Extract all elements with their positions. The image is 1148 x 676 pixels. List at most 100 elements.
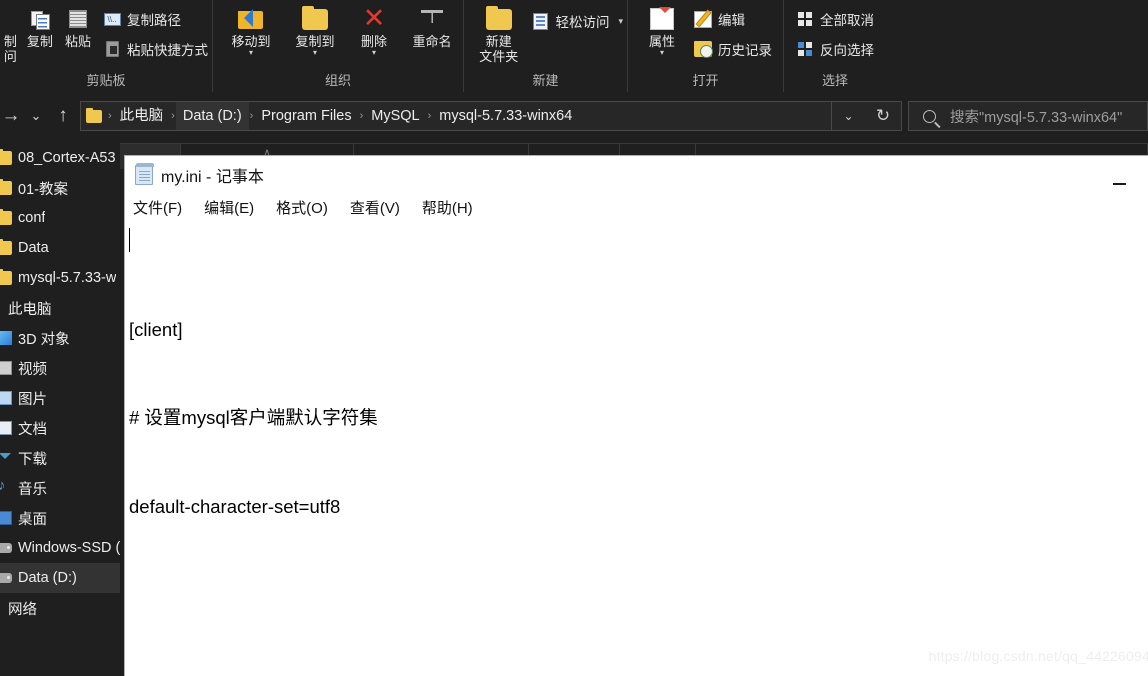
menu-help[interactable]: 帮助(H) — [422, 197, 473, 218]
ribbon-button-copy-label: 复制 — [26, 34, 53, 49]
sidebar-item-this-pc[interactable]: 此电脑 — [0, 293, 120, 323]
ribbon-button-move-to[interactable]: 移动到 ▾ — [219, 2, 283, 57]
text-caret — [129, 228, 130, 252]
address-dropdown-button[interactable]: ⌄ — [831, 102, 865, 130]
ribbon-button-move-to-label: 移动到 — [231, 34, 271, 49]
breadcrumb-item-3[interactable]: MySQL — [364, 102, 426, 130]
ribbon-button-copy-path[interactable]: \\.. 复制路径 — [103, 4, 208, 34]
breadcrumb-item-0[interactable]: 此电脑 — [113, 102, 171, 130]
sidebar-item-music[interactable]: 音乐 — [0, 473, 120, 503]
minimize-button[interactable] — [1102, 172, 1136, 190]
ribbon-button-edit[interactable]: 编辑 — [694, 4, 772, 34]
menu-view[interactable]: 查看(V) — [350, 197, 400, 218]
folder-icon — [81, 107, 107, 123]
documents-icon — [0, 421, 12, 435]
sidebar-item-3d-objects[interactable]: 3D 对象 — [0, 323, 120, 353]
sidebar-item-label: Data — [18, 240, 49, 256]
ribbon-button-properties-label: 属性 — [648, 34, 675, 49]
text-line — [129, 580, 1148, 610]
sidebar-item-label: 桌面 — [18, 511, 47, 528]
ribbon-group-new-caption: 新建 — [532, 73, 559, 88]
sidebar-item-08-cortex-a53[interactable]: 08_Cortex-A53 — [0, 143, 120, 173]
text-line: [mysqld] — [129, 669, 1148, 676]
sidebar-item-label: conf — [18, 210, 46, 226]
chevron-down-icon: ⌄ — [30, 108, 42, 123]
sidebar-item-pictures[interactable]: 图片 — [0, 383, 120, 413]
ribbon-button-copy[interactable]: 复制 — [21, 2, 59, 49]
copy-path-icon: \\.. — [103, 10, 121, 28]
easy-access-icon — [531, 12, 549, 30]
chevron-down-icon[interactable]: ▾ — [249, 49, 253, 57]
forward-button[interactable]: → — [0, 105, 22, 127]
sidebar-item-label: 视频 — [18, 361, 47, 378]
folder-icon — [0, 149, 12, 165]
menu-edit[interactable]: 编辑(E) — [204, 197, 254, 218]
paste-shortcut-icon — [103, 40, 121, 58]
sidebar-item-downloads[interactable]: 下载 — [0, 443, 120, 473]
ribbon-button-delete[interactable]: ✕ 删除 ▾ — [347, 2, 401, 57]
ribbon-button-paste-shortcut[interactable]: 粘贴快捷方式 — [103, 34, 208, 64]
recent-locations-button[interactable]: ⌄ — [22, 108, 50, 124]
ribbon-button-invert-selection-label: 反向选择 — [820, 43, 874, 58]
ribbon-button-paste-label: 粘贴 — [64, 34, 91, 49]
invert-selection-icon — [796, 40, 814, 58]
chevron-down-icon[interactable]: ▾ — [372, 49, 376, 57]
drive-icon — [0, 573, 12, 583]
properties-icon — [650, 4, 674, 34]
menu-format[interactable]: 格式(O) — [276, 197, 328, 218]
sidebar-item-label: 网络 — [8, 601, 37, 618]
sidebar-item-mysql-5-7-33[interactable]: mysql-5.7.33-w — [0, 263, 120, 293]
refresh-button[interactable]: ↻ — [865, 102, 901, 130]
ribbon-button-history-label: 历史记录 — [718, 43, 772, 58]
copy-to-icon — [302, 4, 328, 34]
sidebar-item-desktop[interactable]: 桌面 — [0, 503, 120, 533]
sidebar-item-data[interactable]: Data — [0, 233, 120, 263]
folder-icon — [0, 179, 12, 195]
ribbon-button-paste[interactable]: 粘贴 — [59, 2, 97, 49]
ribbon-button-history[interactable]: 历史记录 — [694, 34, 772, 64]
search-input[interactable]: 搜索"mysql-5.7.33-winx64" — [908, 101, 1148, 131]
notepad-text-area[interactable]: [client] # 设置mysql客户端默认字符集 default-chara… — [125, 220, 1148, 676]
menu-file[interactable]: 文件(F) — [133, 197, 182, 218]
up-button[interactable]: ↑ — [50, 105, 76, 127]
sidebar-item-conf[interactable]: conf — [0, 203, 120, 233]
search-icon — [923, 109, 936, 123]
ribbon-button-rename-label: 重命名 — [412, 34, 452, 49]
ribbon-button-cut[interactable]: 制 问 — [0, 2, 21, 64]
breadcrumb-item-4[interactable]: mysql-5.7.33-winx64 — [432, 102, 579, 130]
copy-icon — [31, 4, 51, 34]
sidebar-item-windows-ssd[interactable]: Windows-SSD ( — [0, 533, 120, 563]
sidebar-item-label: Data (D:) — [18, 570, 77, 586]
ribbon-group-organize-caption: 组织 — [324, 73, 351, 88]
sidebar-item-documents[interactable]: 文档 — [0, 413, 120, 443]
ribbon-button-deselect-all[interactable]: 全部取消 — [796, 4, 874, 34]
breadcrumb-item-2[interactable]: Program Files — [254, 102, 358, 130]
ribbon-button-easy-access[interactable]: 轻松访问 ▾ — [531, 6, 623, 36]
chevron-down-icon: ⌄ — [843, 109, 854, 123]
ribbon-button-easy-access-label: 轻松访问 — [555, 15, 610, 30]
ribbon-toolbar: 制 问 复制 粘贴 \\.. 复制路径 粘贴快捷方式 剪贴板 移动到 ▾ 复制到… — [0, 0, 1148, 92]
sidebar-item-network[interactable]: 网络 — [0, 593, 120, 623]
ribbon-button-new-folder[interactable]: 新建 文件夹 — [472, 2, 525, 64]
chevron-down-icon[interactable]: ▾ — [313, 49, 317, 57]
sidebar-item-label: 3D 对象 — [18, 331, 70, 348]
navigation-pane: 08_Cortex-A53 01-教案 conf Data mysql-5.7.… — [0, 143, 120, 676]
ribbon-button-properties[interactable]: 属性 ▾ — [636, 2, 688, 57]
sidebar-item-01-jiaoan[interactable]: 01-教案 — [0, 173, 120, 203]
sidebar-item-videos[interactable]: 视频 — [0, 353, 120, 383]
breadcrumb: › 此电脑 › Data (D:) › Program Files › MySQ… — [81, 102, 831, 130]
ribbon-button-rename[interactable]: 重命名 — [401, 2, 463, 49]
ribbon-button-copy-to[interactable]: 复制到 ▾ — [283, 2, 347, 57]
pc-icon — [0, 301, 12, 315]
ribbon-group-clipboard: 制 问 复制 粘贴 \\.. 复制路径 粘贴快捷方式 剪贴板 — [0, 0, 212, 92]
arrow-right-icon: → — [1, 105, 21, 126]
breadcrumb-item-1[interactable]: Data (D:) — [175, 102, 249, 130]
chevron-down-icon[interactable]: ▾ — [618, 16, 623, 27]
ribbon-button-invert-selection[interactable]: 反向选择 — [796, 34, 874, 64]
deselect-all-icon — [796, 10, 814, 28]
ribbon-group-organize: 移动到 ▾ 复制到 ▾ ✕ 删除 ▾ 重命名 — [212, 0, 463, 92]
address-input[interactable]: › 此电脑 › Data (D:) › Program Files › MySQ… — [80, 101, 902, 131]
chevron-down-icon[interactable]: ▾ — [660, 49, 664, 57]
network-icon — [0, 601, 12, 615]
sidebar-item-data-d[interactable]: Data (D:) — [0, 563, 120, 593]
